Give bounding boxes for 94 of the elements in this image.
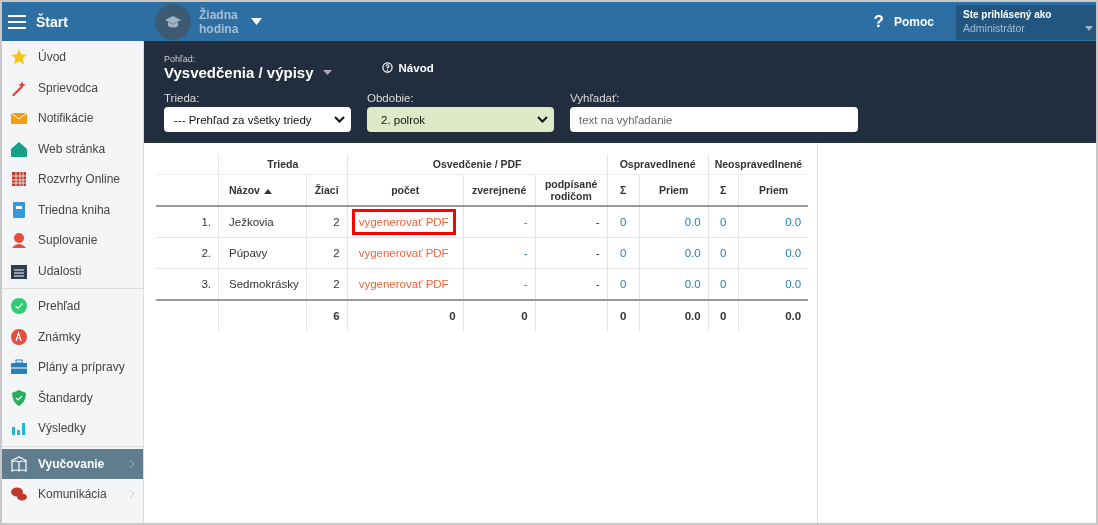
dropdown-field[interactable]: --- Prehľad za všetky triedy [164, 107, 351, 132]
view-selector[interactable]: Vysvedčenia / výpisy [164, 64, 314, 81]
table-cell: 2 [306, 268, 348, 300]
row-number: 3. [156, 268, 219, 300]
sidebar-item[interactable]: Komunikácia [2, 479, 143, 510]
table-cell: - [463, 237, 536, 269]
table-cell: 0.0 [639, 206, 709, 238]
table-cell: 0 [347, 300, 464, 331]
sort-icon[interactable] [263, 188, 272, 194]
column-header[interactable]: Názov [218, 174, 307, 206]
table-cell: 0 [708, 206, 739, 238]
help-link[interactable]: Pomoc [894, 14, 934, 29]
house-icon [10, 139, 28, 158]
table-cell: 0.0 [639, 300, 709, 331]
table-cell: 2 [306, 206, 348, 238]
table-cell: - [463, 268, 536, 300]
table-cell: - [535, 237, 608, 269]
table-cell: 0.0 [738, 237, 809, 269]
table-cell: - [463, 206, 536, 238]
grid-icon [10, 170, 28, 189]
table-cell: 0.0 [738, 206, 809, 238]
column-header[interactable]: Σ [708, 174, 739, 206]
sidebar-item[interactable]: Web stránka [2, 133, 143, 164]
book-icon [10, 454, 28, 473]
filter-label: Obdobie: [367, 92, 415, 104]
table-cell: 0 [607, 206, 640, 238]
book-icon [10, 200, 28, 219]
column-group-header: Neospravedlnené [708, 154, 809, 175]
grade-icon [10, 327, 28, 346]
search-field[interactable]: text na vyhľadanie [570, 107, 858, 132]
column-group-header: Trieda [218, 154, 348, 175]
table-cell: 0.0 [639, 268, 709, 300]
column-header[interactable]: Priem [738, 174, 809, 206]
filter-label: Vyhľadať: [570, 92, 621, 104]
filter-label: Trieda: [164, 92, 201, 104]
sidebar-item[interactable]: Štandardy [2, 382, 143, 413]
column-header[interactable]: Priem [639, 174, 709, 206]
row-number: 1. [156, 206, 219, 238]
table-cell: 0.0 [738, 268, 809, 300]
table-cell: 6 [306, 300, 348, 331]
table-cell: 0 [607, 300, 640, 331]
table-cell: 0 [463, 300, 536, 331]
chevron-icon[interactable] [334, 116, 345, 123]
table-cell: - [535, 268, 608, 300]
person-icon [10, 231, 28, 250]
table-cell: 0 [708, 268, 739, 300]
table-cell: - [535, 206, 608, 238]
table-cell: 0.0 [738, 300, 809, 331]
caret-icon[interactable] [251, 18, 262, 25]
sidebar-item[interactable]: Rozvrhy Online [2, 164, 143, 195]
table-cell: Púpavy [218, 237, 307, 269]
table-cell: Sedmokrásky [218, 268, 307, 300]
table-cell: 0 [708, 237, 739, 269]
shield-icon [10, 388, 28, 407]
table-cell: 0 [607, 237, 640, 269]
sidebar-item[interactable]: Známky [2, 321, 143, 352]
guide-link[interactable]: Návod [398, 61, 434, 74]
sidebar-item[interactable]: Triedna kniha [2, 194, 143, 225]
table-cell: 0 [708, 300, 739, 331]
sidebar-item[interactable]: Sprievodca [2, 72, 143, 103]
sidebar-item[interactable]: Úvod [2, 42, 143, 73]
column-header[interactable]: podpísané rodičom [535, 174, 608, 206]
help-icon[interactable]: ? [873, 11, 884, 32]
briefcase-icon [10, 358, 28, 377]
menu-icon[interactable] [8, 14, 26, 29]
app-title[interactable]: Štart [36, 13, 68, 30]
sidebar-item[interactable]: Plány a prípravy [2, 352, 143, 383]
sidebar-item[interactable]: Notifikácie [2, 103, 143, 134]
caret-icon[interactable] [322, 70, 332, 75]
column-header[interactable]: Σ [607, 174, 640, 206]
table-cell: 0.0 [639, 237, 709, 269]
column-group-header: Osvedčenie / PDF [347, 154, 608, 175]
user-menu[interactable]: Ste prihlásený ako Administrátor [956, 5, 1096, 40]
row-number: 2. [156, 237, 219, 269]
graduation-cap-icon [155, 3, 191, 40]
table-cell: 0 [607, 268, 640, 300]
view-label: Pohľad: [164, 54, 197, 64]
chevron-icon[interactable] [537, 116, 548, 123]
column-header[interactable]: Žiaci [306, 174, 348, 206]
sidebar-item[interactable]: Vyučovanie [2, 448, 143, 479]
column-header[interactable]: počet [347, 174, 464, 206]
dropdown-field[interactable]: 2. polrok [367, 107, 554, 132]
check-icon [10, 297, 28, 316]
help-icon[interactable] [381, 62, 393, 73]
sidebar-item[interactable]: Výsledky [2, 413, 143, 444]
star-icon [10, 48, 28, 67]
sidebar-item[interactable]: Suplovanie [2, 225, 143, 256]
table-cell: 2 [306, 237, 348, 269]
caret-icon[interactable] [1085, 26, 1093, 31]
sidebar-item[interactable]: Udalosti [2, 255, 143, 286]
column-header[interactable]: zverejnené [463, 174, 536, 206]
sidebar-item[interactable]: Prehľad [2, 291, 143, 322]
column-group-header: Ospravedlnené [607, 154, 709, 175]
table-cell: Ježkovia [218, 206, 307, 238]
